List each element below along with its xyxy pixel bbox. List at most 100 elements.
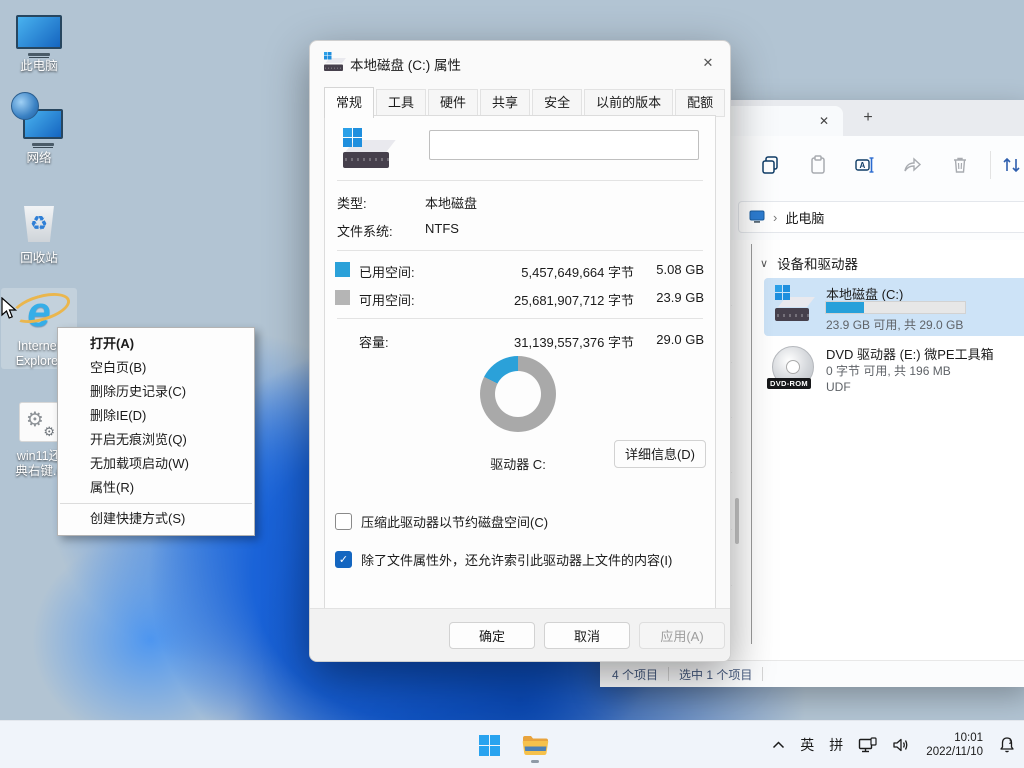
svg-text:A: A	[860, 161, 866, 170]
menu-separator	[60, 503, 252, 504]
menu-item-inprivate[interactable]: 开启无痕浏览(Q)	[58, 428, 254, 452]
copy-icon[interactable]	[760, 155, 780, 175]
used-space-swatch	[335, 262, 350, 277]
icon-label-line2: 典右键.c	[15, 464, 62, 478]
ime-language-button[interactable]: 英	[800, 735, 814, 755]
tab-tools[interactable]: 工具	[376, 89, 426, 117]
delete-icon[interactable]	[950, 155, 970, 175]
drive-filesystem: UDF	[826, 380, 851, 394]
folder-icon	[522, 734, 549, 756]
menu-item-open[interactable]: 打开(A)	[58, 332, 254, 356]
taskbar-file-explorer-button[interactable]	[515, 725, 555, 765]
notification-bell-icon[interactable]: z	[998, 736, 1016, 754]
desktop-icon-this-pc[interactable]: 此电脑	[1, 8, 77, 74]
breadcrumb[interactable]: 此电脑	[785, 208, 824, 227]
tab-quota[interactable]: 配额	[675, 89, 725, 117]
icon-label: 网络	[26, 151, 51, 166]
divider	[337, 250, 703, 251]
capacity-bytes: 31,139,557,376 字节	[514, 332, 634, 351]
network-icon[interactable]	[858, 737, 877, 754]
taskbar: 英 拼 10:01 2022/11/10 z	[0, 720, 1024, 768]
status-divider	[762, 667, 763, 681]
section-header-label: 设备和驱动器	[777, 253, 858, 273]
drive-caption: 驱动器 C:	[438, 454, 598, 473]
menu-item-delete-ie[interactable]: 删除IE(D)	[58, 404, 254, 428]
dialog-footer: 确定 取消 应用(A)	[310, 608, 730, 661]
address-bar[interactable]: › 此电脑	[738, 201, 1024, 233]
compress-checkbox[interactable]: ✓	[335, 513, 352, 530]
volume-icon[interactable]	[892, 737, 911, 753]
desktop-icon-recycle-bin[interactable]: ♻ 回收站	[1, 200, 77, 266]
tab-previous-versions[interactable]: 以前的版本	[584, 89, 673, 117]
toolbar-divider	[990, 151, 991, 179]
status-selection-count: 选中 1 个项目	[679, 666, 752, 683]
desktop-icon-network[interactable]: 网络	[1, 100, 77, 166]
capacity-size: 29.0 GB	[656, 332, 704, 347]
tab-general[interactable]: 常规	[324, 87, 374, 118]
index-checkbox[interactable]: ✓	[335, 551, 352, 568]
used-space-label: 已用空间:	[359, 262, 415, 281]
status-divider	[668, 667, 669, 681]
ok-button[interactable]: 确定	[449, 622, 535, 649]
filesystem-value: NTFS	[425, 221, 459, 236]
tray-overflow-chevron-icon[interactable]	[772, 741, 785, 749]
used-space-bytes: 5,457,649,664 字节	[521, 262, 634, 281]
dvd-rom-badge: DVD-ROM	[767, 378, 811, 389]
network-icon	[15, 100, 63, 148]
dialog-title: 本地磁盘 (C:) 属性	[350, 54, 461, 74]
section-collapse-icon[interactable]: ∨	[760, 257, 768, 270]
drive-item-c[interactable]: 本地磁盘 (C:) 23.9 GB 可用, 共 29.0 GB	[764, 278, 1024, 336]
icon-label: 回收站	[20, 251, 58, 266]
nav-pane-divider[interactable]	[751, 244, 752, 644]
drive-info: 23.9 GB 可用, 共 29.0 GB	[826, 316, 963, 333]
context-menu: 打开(A) 空白页(B) 删除历史记录(C) 删除IE(D) 开启无痕浏览(Q)…	[57, 327, 255, 536]
start-button[interactable]	[469, 725, 509, 765]
menu-item-no-addons[interactable]: 无加载项启动(W)	[58, 452, 254, 476]
tab-sharing[interactable]: 共享	[480, 89, 530, 117]
properties-dialog: 本地磁盘 (C:) 属性 ✕ 常规 工具 硬件 共享 安全 以前的版本 配额 类…	[309, 40, 731, 662]
divider	[337, 180, 703, 181]
sort-icon[interactable]	[1000, 155, 1024, 175]
menu-item-blank-page[interactable]: 空白页(B)	[58, 356, 254, 380]
section-devices-and-drives[interactable]: ∨ 设备和驱动器	[760, 253, 858, 273]
dialog-close-icon[interactable]: ✕	[696, 51, 720, 75]
drive-item-e[interactable]: DVD-ROM DVD 驱动器 (E:) 微PE工具箱 0 字节 可用, 共 1…	[764, 342, 1024, 402]
cancel-button[interactable]: 取消	[544, 622, 630, 649]
this-pc-icon	[749, 210, 765, 224]
details-button[interactable]: 详细信息(D)	[614, 440, 706, 468]
dialog-tabs: 常规 工具 硬件 共享 安全 以前的版本 配额	[324, 87, 727, 117]
mouse-cursor	[0, 297, 18, 321]
status-bar: 4 个项目 选中 1 个项目	[600, 660, 1024, 687]
rename-icon[interactable]: A	[854, 155, 874, 175]
drive-name: DVD 驱动器 (E:) 微PE工具箱	[826, 344, 994, 363]
menu-item-delete-history[interactable]: 删除历史记录(C)	[58, 380, 254, 404]
used-space-size: 5.08 GB	[656, 262, 704, 277]
filesystem-label: 文件系统:	[337, 221, 393, 240]
new-tab-button[interactable]: +	[858, 108, 878, 128]
compress-checkbox-row[interactable]: ✓ 压缩此驱动器以节约磁盘空间(C)	[335, 512, 705, 530]
status-item-count: 4 个项目	[612, 666, 658, 683]
capacity-label: 容量:	[359, 332, 389, 351]
menu-item-properties[interactable]: 属性(R)	[58, 476, 254, 500]
ime-mode-button[interactable]: 拼	[829, 735, 843, 755]
share-icon[interactable]	[902, 155, 922, 175]
general-tab-page: 类型: 本地磁盘 文件系统: NTFS 已用空间: 5,457,649,664 …	[324, 115, 716, 609]
nav-scrollbar-thumb[interactable]	[735, 498, 739, 544]
tab-security[interactable]: 安全	[532, 89, 582, 117]
clock[interactable]: 10:01 2022/11/10	[926, 731, 983, 759]
paste-icon[interactable]	[808, 155, 828, 175]
free-space-swatch	[335, 290, 350, 305]
apply-button[interactable]: 应用(A)	[639, 622, 725, 649]
tab-hardware[interactable]: 硬件	[428, 89, 478, 117]
breadcrumb-chevron-icon: ›	[773, 210, 777, 225]
icon-label-line1: win11还	[17, 449, 61, 463]
volume-label-input[interactable]	[429, 130, 699, 160]
clock-time: 10:01	[926, 731, 983, 745]
compress-checkbox-label: 压缩此驱动器以节约磁盘空间(C)	[361, 512, 548, 531]
tab-close-icon[interactable]: ✕	[815, 112, 833, 130]
index-checkbox-row[interactable]: ✓ 除了文件属性外，还允许索引此驱动器上文件的内容(I)	[335, 550, 705, 568]
menu-item-create-shortcut[interactable]: 创建快捷方式(S)	[58, 507, 254, 531]
local-disk-icon	[775, 291, 811, 321]
internet-explorer-icon: e	[15, 288, 63, 336]
usage-donut	[480, 356, 556, 432]
